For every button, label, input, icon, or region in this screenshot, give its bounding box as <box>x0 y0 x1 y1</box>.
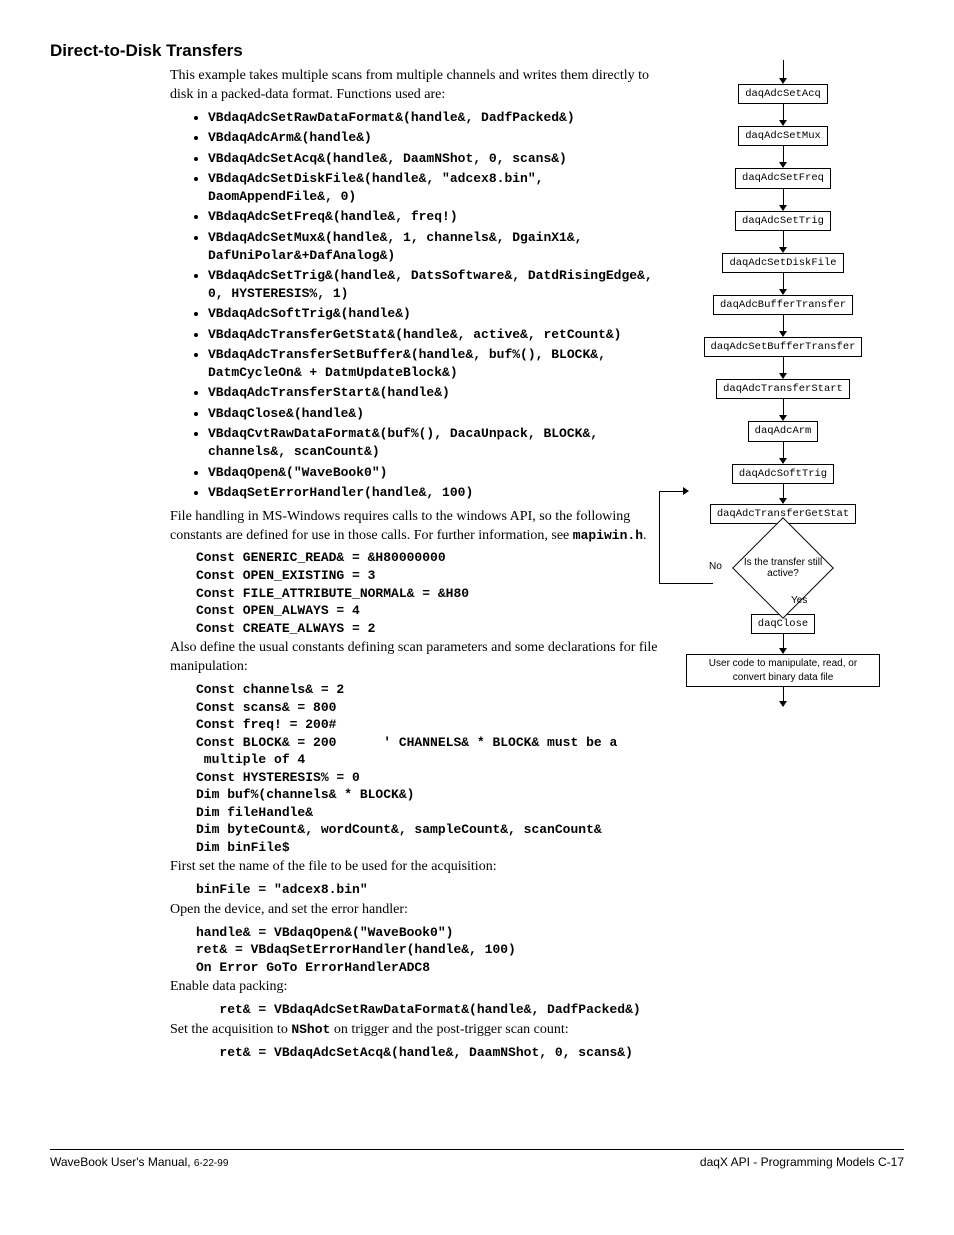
function-item: VBdaqAdcSetDiskFile&(handle&, "adcex8.bi… <box>208 170 665 205</box>
function-item: VBdaqAdcTransferStart&(handle&) <box>208 384 665 402</box>
code-binfile: binFile = "adcex8.bin" <box>196 881 665 899</box>
file-handling-text: File handling in MS-Windows requires cal… <box>170 509 630 543</box>
also-define-paragraph: Also define the usual constants defining… <box>170 639 665 677</box>
function-item: VBdaqAdcSetFreq&(handle&, freq!) <box>208 208 665 226</box>
function-item: VBdaqAdcSetMux&(handle&, 1, channels&, D… <box>208 229 665 264</box>
flowchart: daqAdcSetAcq daqAdcSetMux daqAdcSetFreq … <box>683 60 883 707</box>
flow-box: daqAdcBufferTransfer <box>713 295 853 315</box>
flow-box: daqAdcSoftTrig <box>732 464 834 484</box>
flow-final-box: User code to manipulate, read, or conver… <box>686 654 880 687</box>
footer-right: daqX API - Programming Models C-17 <box>700 1154 904 1171</box>
code-open: handle& = VBdaqOpen&("WaveBook0") ret& =… <box>196 924 665 977</box>
function-item: VBdaqAdcSoftTrig&(handle&) <box>208 305 665 323</box>
flow-box: daqAdcSetTrig <box>735 211 831 231</box>
mapiwin-ref: mapiwin.h <box>573 528 643 543</box>
flow-box: daqAdcArm <box>748 421 819 441</box>
flow-decision: Is the transfer still active? No Yes <box>713 542 853 594</box>
set-acq-text-b: on trigger and the post-trigger scan cou… <box>330 1022 568 1037</box>
footer-left: WaveBook User's Manual, 6-22-99 <box>50 1154 228 1171</box>
function-item: VBdaqAdcTransferSetBuffer&(handle&, buf%… <box>208 346 665 381</box>
code-setacq: ret& = VBdaqAdcSetAcq&(handle&, DaamNSho… <box>196 1044 665 1062</box>
function-item: VBdaqClose&(handle&) <box>208 405 665 423</box>
code-constants-1: Const GENERIC_READ& = &H80000000 Const O… <box>196 549 665 637</box>
first-set-paragraph: First set the name of the file to be use… <box>170 858 665 877</box>
flow-box: daqAdcSetBufferTransfer <box>704 337 863 357</box>
function-item: VBdaqAdcArm&(handle&) <box>208 129 665 147</box>
function-item: VBdaqAdcSetRawDataFormat&(handle&, DadfP… <box>208 109 665 127</box>
flow-box: daqAdcSetDiskFile <box>722 253 843 273</box>
function-item: VBdaqSetErrorHandler(handle&, 100) <box>208 484 665 502</box>
function-item: VBdaqOpen&("WaveBook0") <box>208 464 665 482</box>
flow-yes-label: Yes <box>791 594 807 608</box>
file-handling-paragraph: File handling in MS-Windows requires cal… <box>170 508 665 546</box>
function-item: VBdaqAdcTransferGetStat&(handle&, active… <box>208 326 665 344</box>
set-acq-text-a: Set the acquisition to <box>170 1022 291 1037</box>
section-heading: Direct-to-Disk Transfers <box>50 40 665 63</box>
page-footer: WaveBook User's Manual, 6-22-99 daqX API… <box>50 1149 904 1171</box>
nshot-ref: NShot <box>291 1022 330 1037</box>
flow-decision-text: Is the transfer still active? <box>713 557 853 579</box>
function-item: VBdaqAdcSetAcq&(handle&, DaamNShot, 0, s… <box>208 150 665 168</box>
function-item: VBdaqCvtRawDataFormat&(buf%(), DacaUnpac… <box>208 425 665 460</box>
footer-manual-title: WaveBook User's Manual, <box>50 1155 194 1169</box>
flow-box: daqAdcSetAcq <box>738 84 828 104</box>
flow-box: daqAdcSetMux <box>738 126 828 146</box>
intro-paragraph: This example takes multiple scans from m… <box>170 67 665 105</box>
flow-box: daqAdcSetFreq <box>735 168 831 188</box>
footer-date: 6-22-99 <box>194 1158 228 1169</box>
code-constants-2: Const channels& = 2 Const scans& = 800 C… <box>196 681 665 856</box>
flow-no-label: No <box>709 560 722 574</box>
code-enable: ret& = VBdaqAdcSetRawDataFormat&(handle&… <box>196 1001 665 1019</box>
function-list: VBdaqAdcSetRawDataFormat&(handle&, DadfP… <box>170 109 665 502</box>
function-item: VBdaqAdcSetTrig&(handle&, DatsSoftware&,… <box>208 267 665 302</box>
enable-packing-paragraph: Enable data packing: <box>170 978 665 997</box>
set-acq-paragraph: Set the acquisition to NShot on trigger … <box>170 1021 665 1040</box>
flow-box: daqAdcTransferStart <box>716 379 850 399</box>
open-device-paragraph: Open the device, and set the error handl… <box>170 901 665 920</box>
